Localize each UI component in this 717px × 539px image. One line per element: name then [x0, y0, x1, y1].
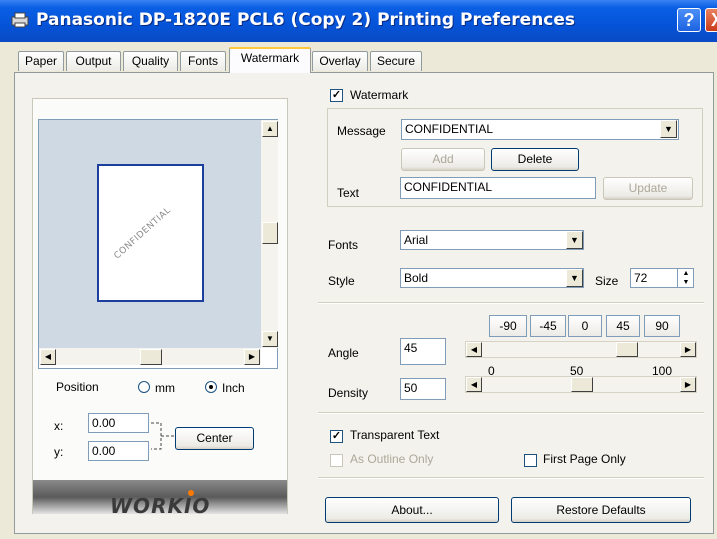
add-button[interactable]: Add — [401, 148, 485, 171]
center-button[interactable]: Center — [175, 427, 254, 450]
message-dropdown-arrow[interactable]: ▼ — [660, 120, 677, 138]
density-label: Density — [328, 386, 369, 400]
divider-1 — [318, 302, 704, 304]
density-input[interactable]: 50 — [400, 378, 446, 400]
fonts-dropdown-arrow[interactable]: ▼ — [566, 231, 583, 249]
spin-up-icon[interactable]: ▲ — [678, 269, 694, 278]
divider-2 — [318, 412, 704, 414]
tab-output[interactable]: Output — [66, 51, 121, 71]
position-label: Position — [56, 380, 99, 394]
transparent-text-label: Transparent Text — [350, 428, 440, 442]
restore-defaults-button[interactable]: Restore Defaults — [511, 497, 691, 523]
message-label: Message — [337, 124, 386, 138]
horizontal-scroll-thumb[interactable] — [140, 349, 162, 365]
watermark-checkbox-label: Watermark — [350, 88, 409, 102]
angle-preset-90[interactable]: 90 — [644, 315, 680, 337]
printer-icon — [11, 12, 29, 28]
delete-button[interactable]: Delete — [491, 148, 579, 171]
angle-slider-left[interactable]: ◀ — [466, 342, 482, 357]
help-button[interactable]: ? — [677, 8, 701, 32]
outline-only-label: As Outline Only — [350, 452, 434, 466]
radio-inch-label: Inch — [222, 381, 245, 395]
density-slider-right[interactable]: ▶ — [680, 377, 696, 392]
scroll-left-button[interactable]: ◀ — [40, 349, 56, 365]
angle-label: Angle — [328, 346, 359, 360]
style-select[interactable]: Bold — [400, 268, 584, 288]
update-button[interactable]: Update — [603, 177, 693, 200]
workio-logo: WORKIO — [110, 494, 211, 518]
angle-slider-right[interactable]: ▶ — [680, 342, 696, 357]
radio-inch[interactable] — [205, 381, 217, 393]
angle-preset-neg90[interactable]: -90 — [489, 315, 527, 337]
divider-3 — [318, 477, 704, 479]
angle-preset-0[interactable]: 0 — [568, 315, 602, 337]
tab-paper[interactable]: Paper — [18, 51, 64, 71]
y-input[interactable]: 0.00 — [88, 441, 149, 461]
tab-fonts[interactable]: Fonts — [180, 51, 226, 71]
vertical-scroll-thumb[interactable] — [262, 222, 278, 244]
size-spinner[interactable]: ▲ ▼ — [677, 269, 694, 287]
first-page-only-label: First Page Only — [543, 452, 626, 466]
x-label: x: — [54, 419, 64, 433]
y-label: y: — [54, 445, 64, 459]
angle-input[interactable]: 45 — [400, 338, 446, 365]
angle-preset-45[interactable]: 45 — [606, 315, 640, 337]
watermark-checkbox[interactable]: ✓ — [330, 89, 343, 102]
first-page-only-checkbox[interactable] — [524, 454, 537, 467]
tab-watermark[interactable]: Watermark — [229, 47, 311, 73]
style-label: Style — [328, 274, 355, 288]
density-slider-thumb[interactable] — [571, 377, 593, 392]
angle-preset-neg45[interactable]: -45 — [530, 315, 566, 337]
angle-slider[interactable] — [465, 341, 697, 358]
tab-secure[interactable]: Secure — [370, 51, 422, 71]
fonts-label: Fonts — [328, 238, 359, 252]
radio-mm-label: mm — [155, 381, 175, 395]
message-select[interactable]: CONFIDENTIAL — [401, 119, 679, 140]
window-title: Panasonic DP-1820E PCL6 (Copy 2) Printin… — [36, 10, 576, 30]
about-button[interactable]: About... — [325, 497, 499, 523]
logo-accent — [188, 490, 194, 496]
text-input[interactable]: CONFIDENTIAL — [400, 177, 596, 199]
scroll-up-button[interactable]: ▲ — [262, 121, 278, 137]
scroll-down-button[interactable]: ▼ — [262, 331, 278, 347]
close-button[interactable]: X — [705, 8, 717, 32]
outline-only-checkbox[interactable] — [330, 454, 343, 467]
size-label: Size — [595, 274, 619, 288]
scroll-right-button[interactable]: ▶ — [244, 349, 260, 365]
tab-quality[interactable]: Quality — [123, 51, 178, 71]
style-dropdown-arrow[interactable]: ▼ — [566, 269, 583, 287]
text-label: Text — [337, 186, 360, 200]
spin-down-icon[interactable]: ▼ — [678, 278, 694, 287]
tab-overlay[interactable]: Overlay — [312, 51, 368, 71]
density-slider-left[interactable]: ◀ — [466, 377, 482, 392]
transparent-text-checkbox[interactable]: ✓ — [330, 430, 343, 443]
fonts-select[interactable]: Arial — [400, 230, 584, 250]
radio-mm[interactable] — [138, 381, 150, 393]
x-input[interactable]: 0.00 — [88, 413, 149, 433]
angle-slider-thumb[interactable] — [616, 342, 638, 357]
